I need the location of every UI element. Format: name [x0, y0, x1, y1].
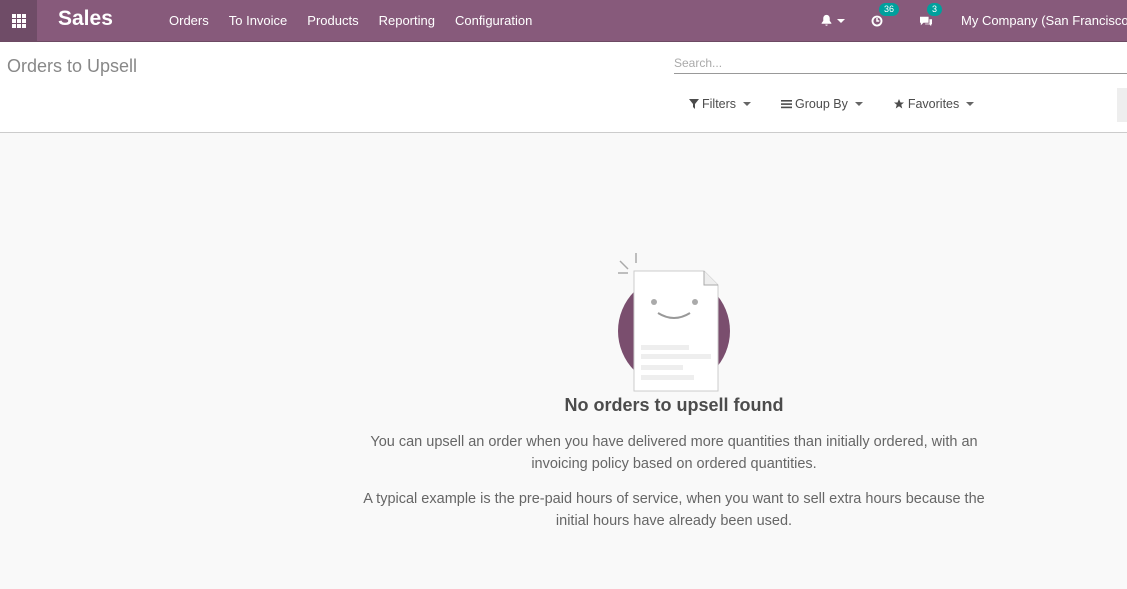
- search-input[interactable]: [674, 52, 1127, 74]
- activities-button[interactable]: 36: [871, 2, 900, 27]
- apps-grid-icon: [11, 13, 26, 28]
- favorites-label: Favorites: [907, 97, 960, 111]
- empty-state-paragraph-2: A typical example is the pre-paid hours …: [363, 491, 985, 529]
- apps-menu-button[interactable]: [0, 0, 37, 41]
- page-title: Orders to Upsell: [7, 56, 138, 76]
- company-switcher[interactable]: My Company (San Francisco): [961, 13, 1127, 28]
- groupby-dropdown[interactable]: Group By: [781, 97, 863, 111]
- favorites-dropdown[interactable]: Favorites: [893, 97, 975, 111]
- menu-reporting[interactable]: Reporting: [369, 13, 445, 28]
- list-icon: [781, 100, 793, 109]
- chevron-down-icon: [966, 102, 975, 106]
- star-icon: [893, 99, 904, 109]
- menu-products[interactable]: Products: [297, 13, 368, 28]
- systray: 36 3 My Company (San Francisco): [820, 0, 1127, 41]
- search-options: Filters Group By Favorites: [689, 97, 1004, 111]
- chevron-down-icon: [854, 102, 863, 106]
- chat-icon: [920, 16, 932, 26]
- control-panel: Orders to Upsell Filters Group By Favori…: [0, 42, 1127, 133]
- empty-state-title: No orders to upsell found: [564, 395, 784, 415]
- notifications-button[interactable]: [820, 14, 845, 27]
- app-brand[interactable]: Sales: [58, 7, 113, 31]
- activity-count-badge: 36: [879, 2, 900, 16]
- messages-count-badge: 3: [927, 2, 943, 16]
- main-menu: Orders To Invoice Products Reporting Con…: [159, 0, 542, 41]
- filters-dropdown[interactable]: Filters: [689, 97, 752, 111]
- clock-icon: [871, 15, 883, 26]
- groupby-label: Group By: [795, 97, 848, 111]
- menu-to-invoice[interactable]: To Invoice: [219, 13, 298, 28]
- menu-orders[interactable]: Orders: [159, 13, 219, 28]
- messages-button[interactable]: 3: [919, 2, 943, 27]
- chevron-down-icon: [837, 18, 845, 23]
- filters-label: Filters: [702, 97, 737, 111]
- chevron-down-icon: [743, 102, 752, 106]
- menu-configuration[interactable]: Configuration: [445, 13, 542, 28]
- view-switcher-edge[interactable]: [1117, 88, 1127, 122]
- filter-icon: [689, 99, 699, 109]
- empty-state-paragraph-1: You can upsell an order when you have de…: [370, 434, 978, 472]
- bell-icon: [821, 14, 832, 26]
- smiling-document-icon: [618, 253, 730, 392]
- top-navbar: Sales Orders To Invoice Products Reporti…: [0, 0, 1127, 42]
